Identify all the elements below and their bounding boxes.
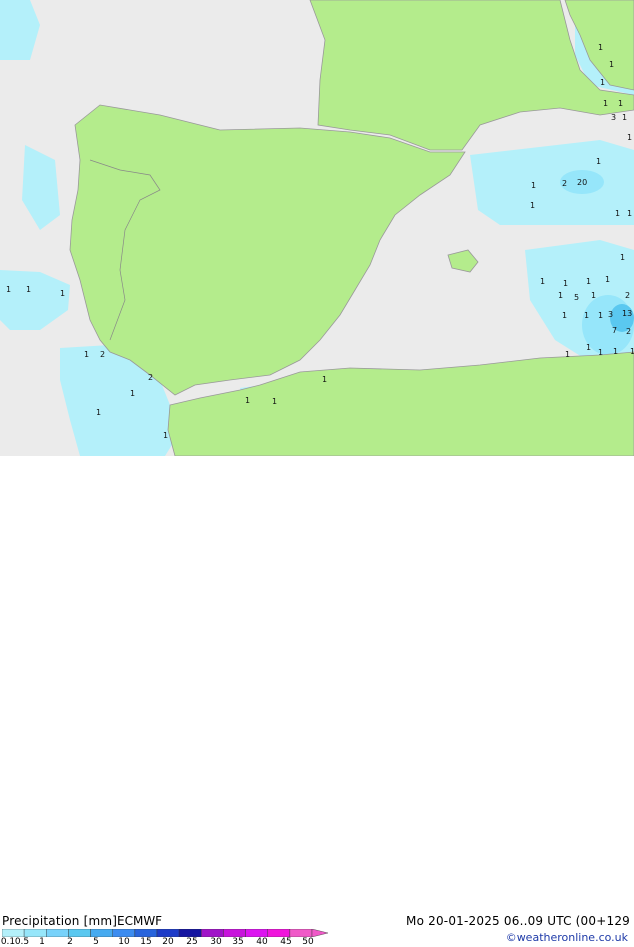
scale-segment [178,929,202,937]
scale-arrow [311,929,329,937]
scale-tick-label: 25 [186,937,198,947]
scale-segment [112,929,135,937]
value-label: 5 [574,293,579,302]
scale-segment [23,929,47,937]
value-label: 1 [531,181,536,190]
value-label: 1 [615,209,620,218]
scale-segment [134,929,158,937]
valid-time: Mo 20-01-2025 06..09 UTC (00+129 [406,914,630,928]
value-label: 1 [130,389,135,398]
value-label: 1 [563,279,568,288]
footer: Precipitation [mm] ECMWF Mo 20-01-2025 0… [0,456,634,947]
value-label: 2 [626,327,631,336]
scale-segment [68,929,91,937]
value-label: 1 [622,113,627,122]
value-label: 1 [584,311,589,320]
value-label: 1 [26,285,31,294]
value-label: 1 [620,253,625,262]
scale-tick-label: 0.5 [14,937,30,947]
value-label: 1 [84,350,89,359]
value-label: 1 [163,431,168,440]
value-label: 1 [245,396,250,405]
value-label: 1 [586,343,591,352]
scale-tick-label: 0.1 [0,937,16,947]
value-label: 1 [627,209,632,218]
scale-tick-label: 35 [232,937,244,947]
scale-tick-label: 50 [302,937,314,947]
value-label: 1 [565,350,570,359]
value-label: 1 [96,408,101,417]
value-label: 1 [322,375,327,384]
scale-tick-label: 20 [162,937,174,947]
value-label: 7 [612,326,617,335]
scale-tick-label: 40 [256,937,268,947]
value-label: 1 [596,157,601,166]
value-label: 1 [603,99,608,108]
scale-tick-label: 15 [140,937,152,947]
scale-segment [289,929,313,937]
value-label: 3 [608,310,613,319]
scale-segment [223,929,246,937]
scale-tick-label: 1 [39,937,45,947]
value-label: 1 [598,348,603,357]
value-label: 20 [577,178,587,187]
model-name: ECMWF [117,914,163,928]
value-label: 1 [540,277,545,286]
color-scale [2,929,329,937]
value-label: 2 [100,350,105,359]
scale-segment [245,929,268,937]
value-label: 1 [600,78,605,87]
value-label: 1 [591,291,596,300]
value-label: 1 [272,397,277,406]
value-label: 1 [558,291,563,300]
value-label: 3 [611,113,616,122]
scale-segment [156,929,180,937]
scale-tick-labels: 0.1 0.5 1 2 5 10 15 20 25 30 35 40 45 50 [0,937,340,947]
credit-link[interactable]: ©weatheronline.co.uk [506,931,628,944]
map-canvas: 1 1 2 1 1 2 1 1 1 1 1 2 1 1 1 5 1 3 7 2 … [0,0,634,456]
value-label: 1 [618,99,623,108]
precip-area-balearic [470,140,634,225]
scale-segment [267,929,291,937]
value-label: 1 [598,311,603,320]
value-label: 1 [586,277,591,286]
scale-tick-label: 2 [67,937,73,947]
value-label: 1 [6,285,11,294]
value-label: 1 [562,311,567,320]
scale-segment [90,929,113,937]
value-label: 1 [630,347,634,356]
scale-segment [46,929,69,937]
value-label: 2 [625,291,630,300]
scale-tick-label: 30 [210,937,222,947]
value-label: 1 [60,289,65,298]
scale-tick-label: 5 [93,937,99,947]
value-label: 2 [148,373,153,382]
value-label: 2 [562,179,567,188]
scale-tick-label: 45 [280,937,292,947]
value-label: 1 [613,347,618,356]
value-label: 1 [598,43,603,52]
scale-segment [201,929,224,937]
value-label: 1 [609,60,614,69]
scale-tick-label: 10 [118,937,130,947]
value-label: 1 [530,201,535,210]
value-label: 1 [605,275,610,284]
map-title: Precipitation [mm] [2,914,118,928]
value-label: 1 [627,133,632,142]
scale-segment [2,929,25,937]
value-label: 13 [622,309,632,318]
precipitation-map: 1 1 2 1 1 2 1 1 1 1 1 2 1 1 1 5 1 3 7 2 … [0,0,634,456]
